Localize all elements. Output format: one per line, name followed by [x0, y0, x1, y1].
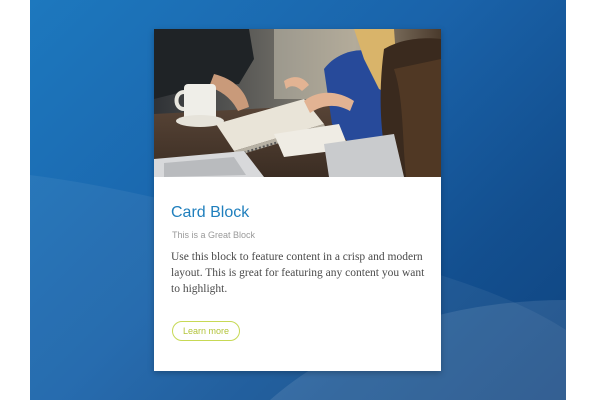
card-image: [154, 29, 441, 177]
photo-people-working-icon: [154, 29, 441, 177]
card-block: Card Block This is a Great Block Use thi…: [154, 29, 441, 371]
learn-more-button[interactable]: Learn more: [172, 321, 240, 341]
card-subtitle: This is a Great Block: [172, 230, 256, 240]
hero-background: Card Block This is a Great Block Use thi…: [30, 0, 566, 400]
card-body-text: Use this block to feature content in a c…: [171, 251, 425, 295]
card-title: Card Block: [171, 204, 250, 221]
